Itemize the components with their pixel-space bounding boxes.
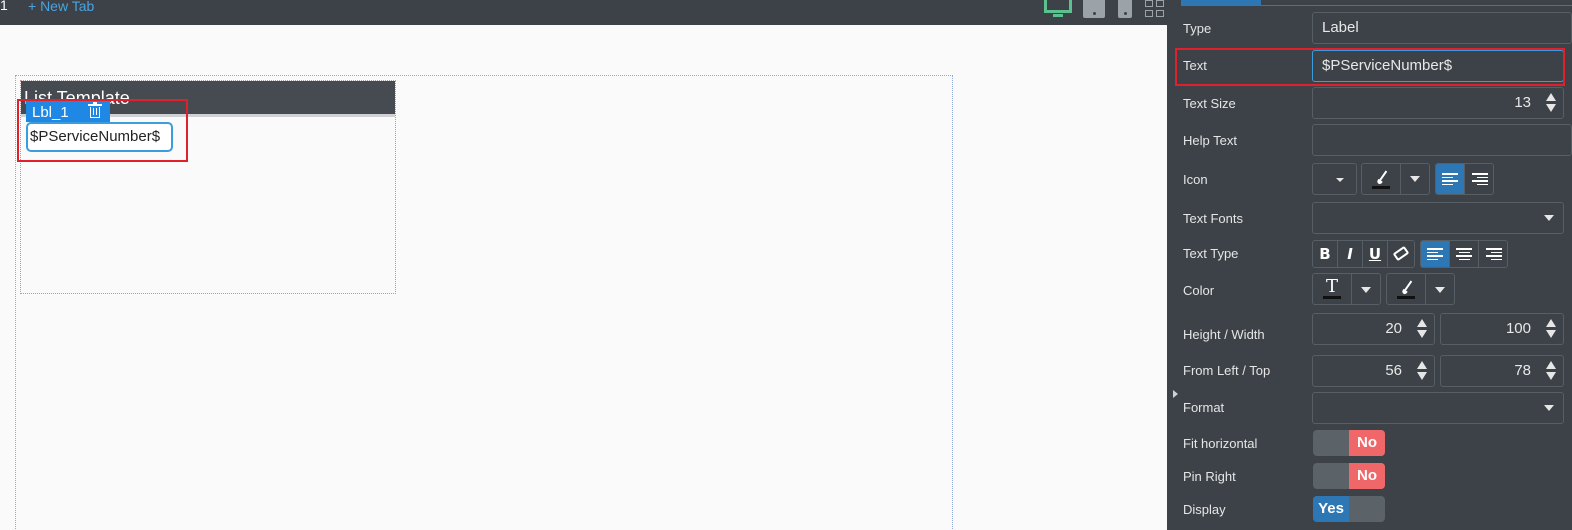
chevron-down-icon[interactable]	[1535, 203, 1563, 233]
fit-horizontal-label: Fit horizontal	[1183, 436, 1258, 451]
align-right-icon	[1471, 173, 1488, 185]
format-select[interactable]	[1312, 392, 1564, 424]
text-fonts-select[interactable]	[1312, 202, 1564, 234]
height-value: 20	[1385, 320, 1402, 337]
phone-icon[interactable]	[1118, 0, 1132, 18]
type-field: Label	[1312, 12, 1572, 44]
display-toggle[interactable]: Yes	[1313, 496, 1385, 522]
panel-expand-arrow-icon[interactable]	[1173, 390, 1178, 398]
italic-icon: I	[1347, 245, 1353, 263]
left-input[interactable]: 56	[1312, 355, 1435, 387]
monitor-icon[interactable]	[1044, 0, 1072, 18]
chevron-down-icon[interactable]	[1535, 393, 1563, 423]
width-input[interactable]: 100	[1440, 313, 1564, 345]
brush-icon	[1373, 170, 1389, 186]
pin-right-label: Pin Right	[1183, 469, 1236, 484]
type-label: Type	[1183, 21, 1212, 36]
text-size-label: Text Size	[1183, 96, 1236, 111]
brush-icon	[1398, 280, 1414, 296]
text-align-left-button[interactable]	[1421, 241, 1450, 267]
chevron-down-icon	[1361, 287, 1371, 293]
new-tab-button[interactable]: + New Tab	[28, 0, 94, 14]
tablet-icon[interactable]	[1083, 0, 1105, 18]
icon-brush-button[interactable]	[1362, 164, 1401, 194]
left-value: 56	[1385, 362, 1402, 379]
display-value: Yes	[1313, 496, 1349, 522]
left-spinner-icon[interactable]	[1416, 361, 1428, 381]
underline-button[interactable]: U	[1363, 241, 1388, 267]
property-panel: Type Label Text $PServiceNumber$ Text Si…	[1167, 0, 1572, 530]
text-align-center-button[interactable]	[1450, 241, 1479, 267]
height-spinner-icon[interactable]	[1416, 319, 1428, 339]
text-fonts-label: Text Fonts	[1183, 211, 1243, 226]
text-style-group[interactable]: B I U	[1312, 240, 1415, 268]
clear-format-button[interactable]	[1388, 241, 1414, 267]
bold-button[interactable]: B	[1313, 241, 1338, 267]
top-value: 78	[1514, 362, 1531, 379]
icon-color-dropdown[interactable]	[1401, 164, 1430, 194]
pin-right-toggle[interactable]: No	[1313, 463, 1385, 489]
icon-color-picker[interactable]	[1361, 163, 1430, 195]
background-color-dropdown[interactable]	[1426, 274, 1455, 304]
text-size-spinner-icon[interactable]	[1545, 93, 1557, 113]
pin-right-value: No	[1349, 463, 1385, 489]
eraser-icon	[1392, 245, 1410, 262]
text-color-dropdown[interactable]	[1352, 274, 1381, 304]
panel-tab-line	[1261, 5, 1572, 6]
designer-topbar: 1 + New Tab	[0, 0, 1167, 25]
text-size-input[interactable]: 13	[1312, 87, 1564, 119]
text-align-right-button[interactable]	[1479, 241, 1507, 267]
chevron-down-icon	[1435, 287, 1445, 293]
width-spinner-icon[interactable]	[1545, 319, 1557, 339]
highlight-box-panel	[1175, 48, 1565, 86]
fit-horizontal-value: No	[1349, 430, 1385, 456]
background-color-swatch	[1397, 296, 1415, 299]
text-color-swatch	[1323, 296, 1341, 299]
text-size-value: 13	[1514, 94, 1531, 111]
tab-fragment[interactable]: 1	[0, 0, 8, 13]
text-type-label: Text Type	[1183, 246, 1239, 261]
fit-horizontal-toggle[interactable]: No	[1313, 430, 1385, 456]
italic-button[interactable]: I	[1338, 241, 1363, 267]
text-color-button[interactable]: T	[1313, 274, 1352, 304]
top-input[interactable]: 78	[1440, 355, 1564, 387]
bold-icon: B	[1319, 245, 1331, 263]
icon-label: Icon	[1183, 172, 1208, 187]
height-width-label: Height / Width	[1183, 327, 1265, 342]
align-right-icon	[1485, 248, 1502, 260]
text-color-picker[interactable]: T	[1312, 273, 1381, 305]
text-color-icon: T	[1325, 276, 1338, 297]
width-value: 100	[1505, 320, 1531, 337]
icon-align-right-button[interactable]	[1465, 164, 1493, 194]
background-brush-button[interactable]	[1387, 274, 1426, 304]
top-spinner-icon[interactable]	[1545, 361, 1557, 381]
align-center-icon	[1456, 248, 1472, 260]
chevron-down-icon	[1410, 176, 1420, 182]
format-label: Format	[1183, 400, 1225, 415]
grid-icon[interactable]	[1145, 0, 1165, 18]
underline-icon: U	[1368, 245, 1382, 263]
from-left-top-label: From Left / Top	[1183, 363, 1271, 378]
icon-select[interactable]	[1312, 163, 1357, 195]
icon-color-swatch	[1372, 186, 1390, 189]
panel-active-tab[interactable]	[1181, 0, 1261, 6]
help-text-label: Help Text	[1183, 133, 1237, 148]
height-input[interactable]: 20	[1312, 313, 1435, 345]
icon-align-left-button[interactable]	[1436, 164, 1465, 194]
help-text-input[interactable]	[1312, 124, 1572, 156]
color-label: Color	[1183, 283, 1215, 298]
display-label: Display	[1183, 502, 1226, 517]
background-color-picker[interactable]	[1386, 273, 1455, 305]
align-left-icon	[1442, 173, 1458, 185]
text-align-group[interactable]	[1420, 240, 1508, 268]
icon-align-group[interactable]	[1435, 163, 1494, 195]
chevron-down-icon	[1336, 178, 1344, 182]
highlight-box-canvas	[17, 99, 188, 162]
align-left-icon	[1427, 248, 1443, 260]
